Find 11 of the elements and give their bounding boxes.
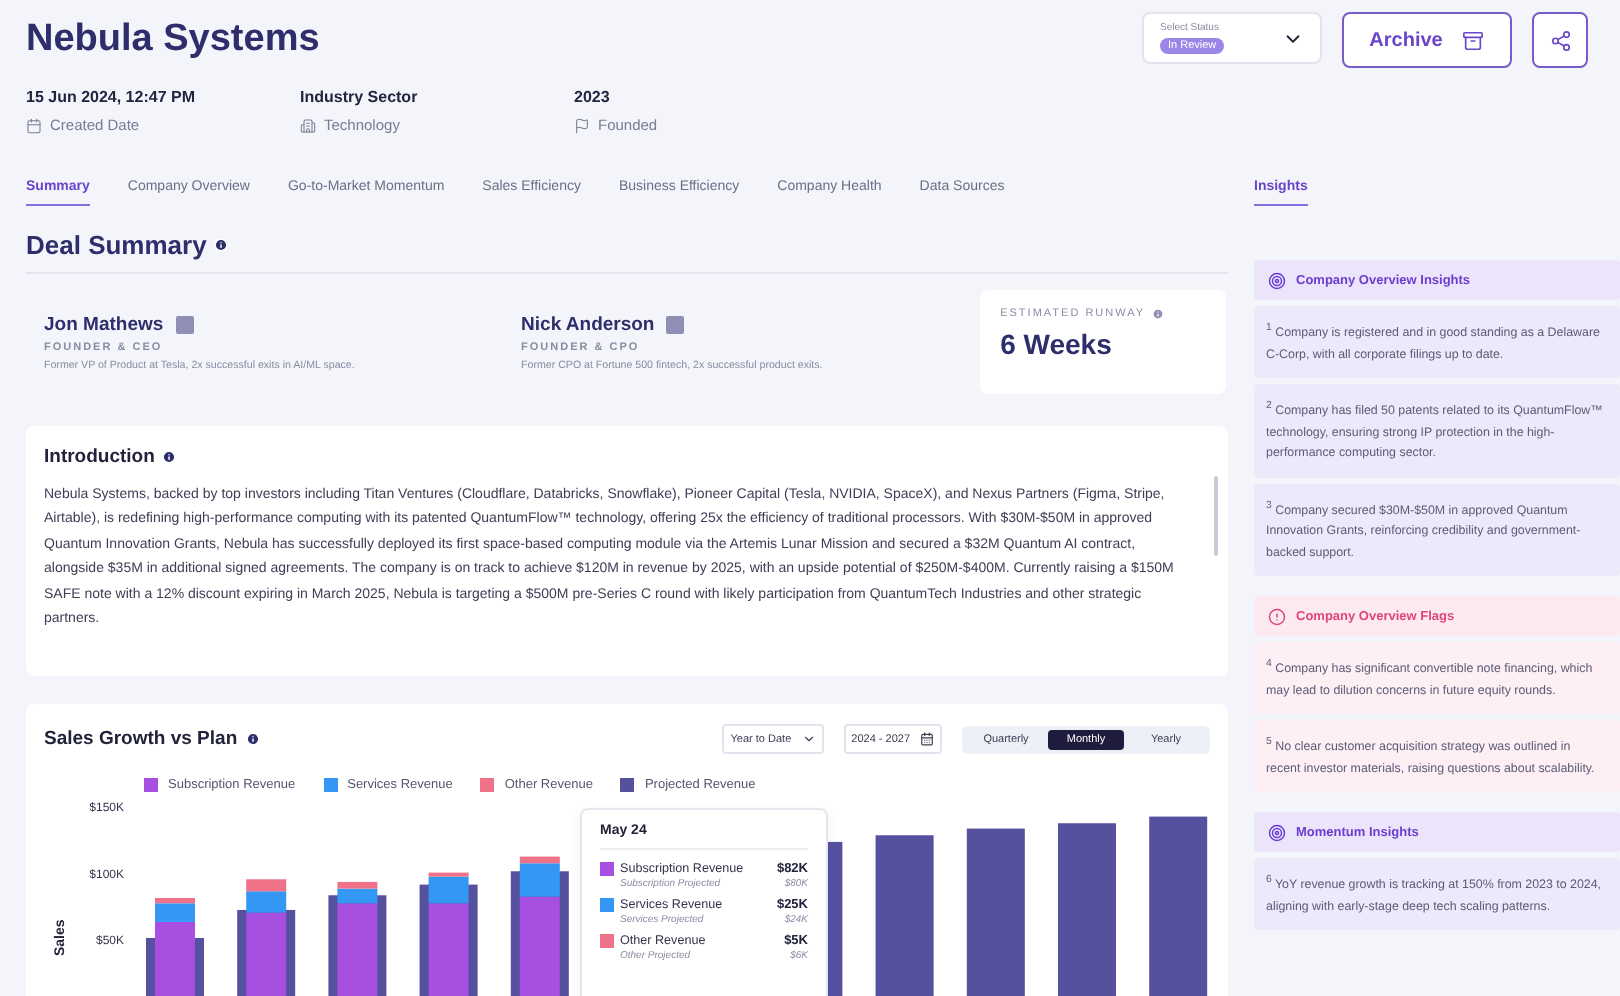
founder-name: Jon Mathews: [44, 314, 164, 336]
archive-button[interactable]: Archive: [1342, 12, 1512, 68]
founder-name: Nick Anderson: [521, 314, 655, 336]
runway-value: 6 Weeks: [1000, 328, 1114, 360]
meta-value: Industry Sector: [300, 88, 420, 106]
card-title: Introduction: [44, 446, 155, 468]
meta-value: 2023: [574, 88, 612, 106]
section-title: Deal Summary: [26, 230, 207, 260]
company-title: Nebula Systems: [26, 18, 322, 62]
meta-value: 15 Jun 2024, 12:47 PM: [26, 88, 197, 106]
card-title: Sales Growth vs Plan: [44, 728, 238, 750]
